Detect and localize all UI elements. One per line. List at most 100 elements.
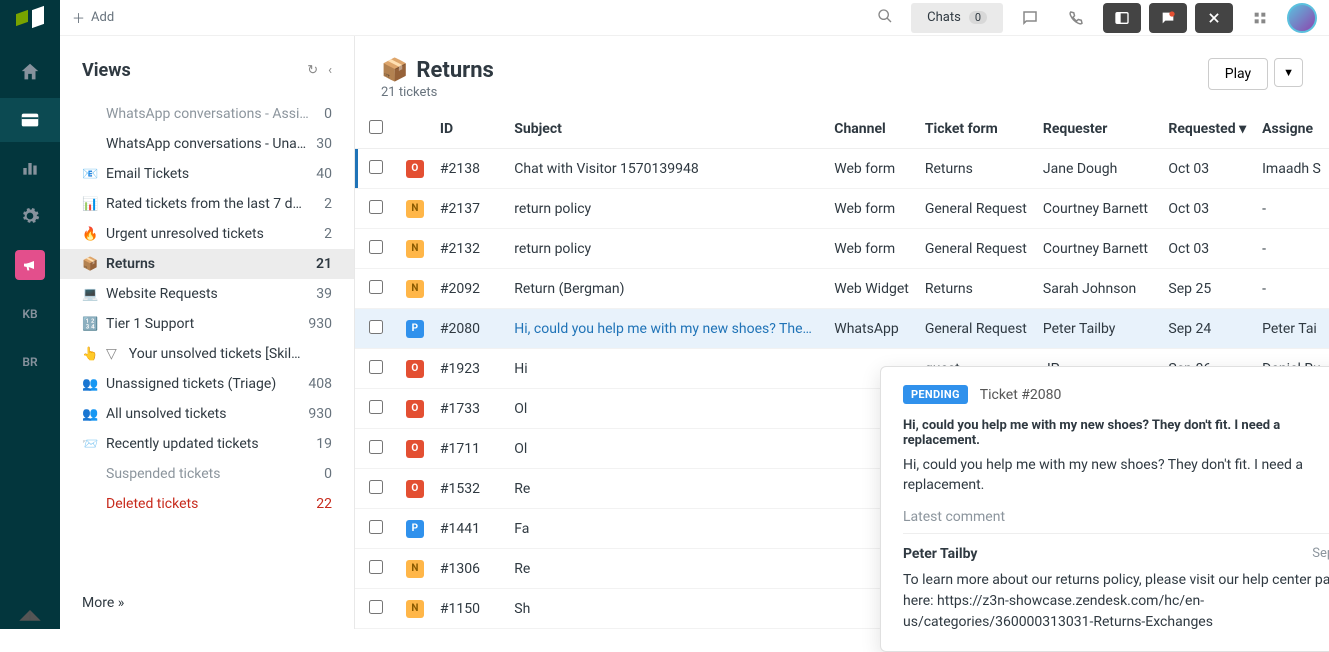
phone-button[interactable] bbox=[1057, 3, 1095, 33]
ticket-id: #2092 bbox=[432, 269, 506, 309]
view-count: 2 bbox=[324, 226, 332, 242]
panel-icon bbox=[1114, 10, 1130, 26]
view-label: Returns bbox=[106, 256, 308, 272]
status-badge: O bbox=[406, 360, 424, 378]
table-row[interactable]: O#2138Chat with Visitor 1570139948Web fo… bbox=[355, 149, 1329, 189]
view-label: WhatsApp conversations - Assi… bbox=[106, 106, 316, 122]
assignee: - bbox=[1254, 229, 1329, 269]
row-checkbox[interactable] bbox=[369, 360, 383, 374]
row-checkbox[interactable] bbox=[369, 200, 383, 214]
view-item[interactable]: WhatsApp conversations - Unass…30 bbox=[60, 129, 354, 159]
ticket-id: #2080 bbox=[432, 309, 506, 349]
column-header[interactable]: Requested ▾ bbox=[1160, 110, 1254, 149]
view-count: 930 bbox=[308, 316, 332, 332]
rail-admin[interactable] bbox=[0, 194, 60, 238]
view-item[interactable]: 🔥Urgent unresolved tickets2 bbox=[60, 219, 354, 249]
rail-home[interactable] bbox=[0, 50, 60, 94]
view-item[interactable]: Suspended tickets0 bbox=[60, 459, 354, 489]
requested-date: Sep 25 bbox=[1160, 269, 1254, 309]
phone-icon bbox=[1067, 9, 1085, 27]
table-row[interactable]: N#2092Return (Bergman)Web WidgetReturnsS… bbox=[355, 269, 1329, 309]
ticket-ref: Ticket #2080 bbox=[980, 387, 1062, 403]
close-app-button[interactable] bbox=[1195, 3, 1233, 33]
status-badge: P bbox=[406, 520, 424, 538]
rail-products-icon[interactable]: ◢◣ bbox=[0, 601, 60, 629]
comment-button[interactable] bbox=[1011, 3, 1049, 33]
view-item[interactable]: 👥All unsolved tickets930 bbox=[60, 399, 354, 429]
collapse-button[interactable]: ‹ bbox=[328, 63, 332, 78]
table-row[interactable]: N#2132return policyWeb formGeneral Reque… bbox=[355, 229, 1329, 269]
chat-app-button[interactable] bbox=[1149, 3, 1187, 33]
column-header[interactable]: Ticket form bbox=[917, 110, 1035, 149]
requested-date: Oct 03 bbox=[1160, 229, 1254, 269]
row-checkbox[interactable] bbox=[369, 160, 383, 174]
rail-kb[interactable]: KB bbox=[0, 292, 60, 336]
row-checkbox[interactable] bbox=[369, 520, 383, 534]
page-title: 📦 Returns bbox=[381, 58, 1208, 83]
user-avatar[interactable] bbox=[1287, 3, 1317, 33]
view-item[interactable]: 👆▽Your unsolved tickets [Skil… bbox=[60, 339, 354, 369]
column-header[interactable]: Subject bbox=[506, 110, 826, 149]
commenter-name: Peter Tailby bbox=[903, 546, 977, 562]
column-header[interactable]: Assigne bbox=[1254, 110, 1329, 149]
views-more[interactable]: More » bbox=[60, 577, 354, 629]
ticket-id: #2138 bbox=[432, 149, 506, 189]
view-label: Website Requests bbox=[106, 286, 308, 302]
view-item[interactable]: 📊Rated tickets from the last 7 d…2 bbox=[60, 189, 354, 219]
status-badge: N bbox=[406, 280, 424, 298]
select-all-checkbox[interactable] bbox=[369, 120, 383, 134]
view-icon: 🔢 bbox=[82, 317, 98, 332]
rail-tickets[interactable] bbox=[0, 98, 60, 142]
chats-pill[interactable]: Chats 0 bbox=[911, 3, 1003, 33]
table-row[interactable]: P#2080Hi, could you help me with my new … bbox=[355, 309, 1329, 349]
row-checkbox[interactable] bbox=[369, 400, 383, 414]
requester: Courtney Barnett bbox=[1035, 189, 1161, 229]
requested-date: Oct 03 bbox=[1160, 149, 1254, 189]
rail-br[interactable]: BR bbox=[0, 340, 60, 384]
row-checkbox[interactable] bbox=[369, 240, 383, 254]
view-item[interactable]: 👥Unassigned tickets (Triage)408 bbox=[60, 369, 354, 399]
ticket-form: General Request bbox=[917, 229, 1035, 269]
view-item[interactable]: 📨Recently updated tickets19 bbox=[60, 429, 354, 459]
views-title: Views bbox=[82, 60, 297, 81]
row-checkbox[interactable] bbox=[369, 440, 383, 454]
apps-button[interactable] bbox=[1241, 3, 1279, 33]
play-dropdown[interactable]: ▼ bbox=[1274, 58, 1303, 87]
row-checkbox[interactable] bbox=[369, 560, 383, 574]
view-label: Email Tickets bbox=[106, 166, 308, 182]
channel: Web form bbox=[826, 229, 917, 269]
topbar: ＋ Add Chats 0 bbox=[60, 0, 1329, 36]
row-checkbox[interactable] bbox=[369, 600, 383, 614]
view-icon: 📨 bbox=[82, 437, 98, 452]
view-item[interactable]: Deleted tickets22 bbox=[60, 489, 354, 519]
view-item[interactable]: WhatsApp conversations - Assi…0 bbox=[60, 99, 354, 129]
search-icon bbox=[877, 8, 893, 24]
ticket-count: 21 tickets bbox=[381, 85, 1208, 100]
view-icon: 💻 bbox=[82, 287, 98, 302]
add-button[interactable]: ＋ Add bbox=[72, 8, 114, 27]
table-row[interactable]: N#2137return policyWeb formGeneral Reque… bbox=[355, 189, 1329, 229]
search-button[interactable] bbox=[867, 8, 903, 28]
view-label: Rated tickets from the last 7 d… bbox=[106, 196, 316, 212]
ticket-subject: Ol bbox=[506, 429, 826, 469]
column-header[interactable]: Channel bbox=[826, 110, 917, 149]
panel-button[interactable] bbox=[1103, 3, 1141, 33]
rail-announce[interactable] bbox=[15, 250, 45, 280]
column-header[interactable]: Requester bbox=[1035, 110, 1161, 149]
row-checkbox[interactable] bbox=[369, 480, 383, 494]
view-item[interactable]: 🔢 Tier 1 Support 930 bbox=[60, 309, 354, 339]
view-item[interactable]: 📦Returns21 bbox=[60, 249, 354, 279]
view-item[interactable]: 📧Email Tickets40 bbox=[60, 159, 354, 189]
ticket-subject: Hi bbox=[506, 349, 826, 389]
play-button[interactable]: Play bbox=[1208, 58, 1268, 90]
row-checkbox[interactable] bbox=[369, 320, 383, 334]
view-item[interactable]: 💻Website Requests39 bbox=[60, 279, 354, 309]
view-label: Tier 1 Support bbox=[106, 316, 300, 332]
view-count: 30 bbox=[316, 136, 332, 152]
refresh-button[interactable]: ↻ bbox=[307, 63, 318, 78]
column-header[interactable]: ID bbox=[432, 110, 506, 149]
ticket-subject: Ol bbox=[506, 389, 826, 429]
rail-reports[interactable] bbox=[0, 146, 60, 190]
view-icon: 👥 bbox=[82, 407, 98, 422]
row-checkbox[interactable] bbox=[369, 280, 383, 294]
